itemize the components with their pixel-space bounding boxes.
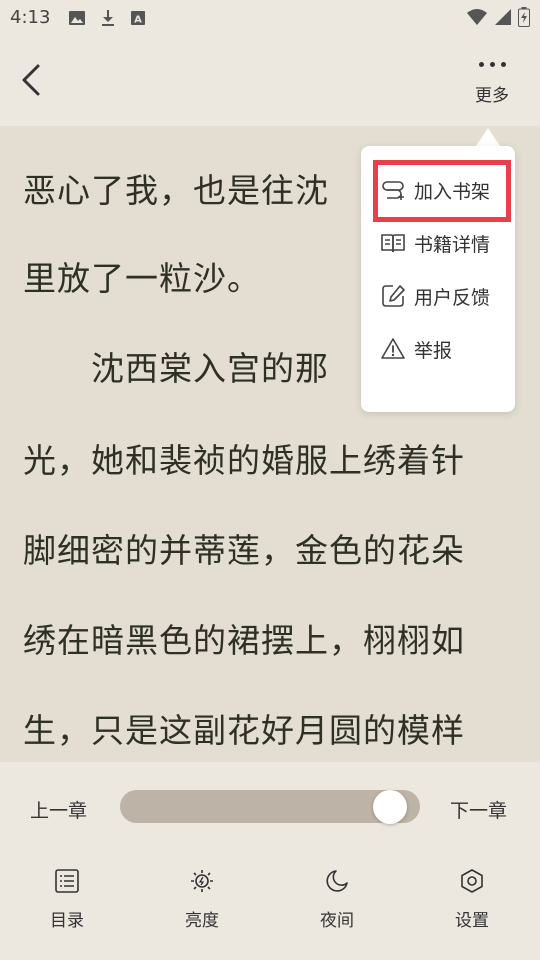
night-mode-icon (326, 870, 348, 892)
settings-icon (461, 869, 483, 893)
highlight-box (373, 160, 511, 222)
reader-line: 沈西棠入宫的那 (23, 349, 329, 388)
prev-chapter-button[interactable]: 上一章 (30, 796, 87, 823)
status-time: 4:13 (10, 7, 51, 28)
battery-icon (518, 7, 530, 27)
feedback-icon (382, 285, 405, 307)
menu-item-book-details[interactable]: 书籍详情 (361, 219, 515, 267)
toolbar-label: 设置 (455, 911, 489, 931)
catalog-icon (55, 869, 79, 893)
signal-icon (495, 9, 511, 25)
reader-line: 生，只是这副花好月圆的模样 (23, 711, 465, 750)
chapter-nav: 上一章 下一章 (0, 762, 540, 852)
reader-line: 恶心了我，也是往沈 (23, 171, 329, 210)
next-chapter-button[interactable]: 下一章 (450, 796, 507, 823)
reader-line: 里放了一粒沙。 (23, 259, 261, 298)
chevron-left-icon (22, 64, 40, 96)
book-details-icon (381, 234, 405, 253)
image-icon (69, 11, 85, 25)
status-icons-left: A (68, 9, 146, 27)
report-icon (381, 338, 405, 359)
toolbar-catalog-button[interactable]: 目录 (27, 868, 107, 938)
toolbar-night-mode-button[interactable]: 夜间 (297, 868, 377, 938)
reader-line: 绣在暗黑色的裙摆上，栩栩如 (23, 621, 465, 660)
menu-item-label: 用户反馈 (414, 286, 491, 309)
toolbar-label: 目录 (50, 911, 84, 931)
brightness-icon (191, 870, 213, 892)
status-icons-right (466, 7, 530, 27)
popup-arrow (476, 128, 500, 146)
download-icon (102, 10, 114, 26)
status-bar: 4:13 A (0, 0, 540, 36)
more-label: 更多 (475, 86, 509, 106)
toolbar-label: 夜间 (320, 911, 354, 931)
svg-text:A: A (134, 15, 142, 26)
back-button[interactable] (18, 62, 46, 98)
app-a-icon: A (131, 11, 145, 26)
reader-line: 脚细密的并蒂莲，金色的花朵 (23, 531, 465, 570)
toolbar-brightness-button[interactable]: 亮度 (162, 868, 242, 938)
menu-item-label: 举报 (414, 339, 453, 362)
toolbar-settings-button[interactable]: 设置 (432, 868, 512, 938)
wifi-icon (467, 9, 487, 25)
bottom-toolbar: 目录 亮度 夜间 设置 (0, 852, 540, 960)
more-button[interactable]: 更多 (466, 56, 518, 112)
reader-line: 光，她和裴祯的婚服上绣着针 (23, 441, 465, 480)
menu-item-report[interactable]: 举报 (361, 325, 515, 373)
progress-thumb[interactable] (372, 790, 407, 824)
menu-item-feedback[interactable]: 用户反馈 (361, 272, 515, 320)
toolbar-label: 亮度 (185, 911, 219, 931)
top-app-bar: 更多 (0, 36, 540, 126)
menu-item-label: 书籍详情 (414, 233, 491, 256)
more-dots-icon (466, 62, 518, 67)
